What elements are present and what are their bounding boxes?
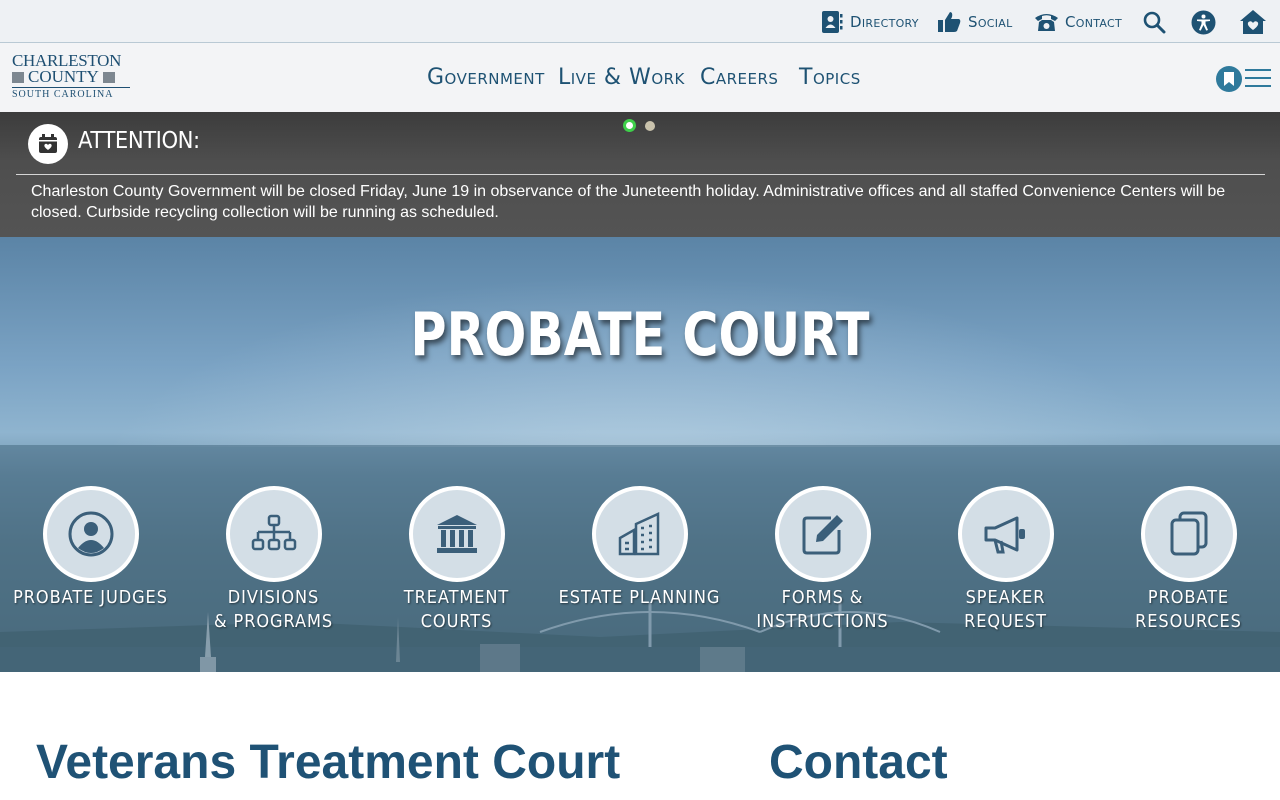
logo-bar-right [102, 71, 115, 83]
accessibility-icon [1191, 10, 1215, 34]
org-chart-icon [251, 514, 297, 551]
bookmark-button[interactable] [1216, 66, 1242, 92]
contact-link[interactable]: Contact [1034, 8, 1122, 36]
hamburger-menu-button[interactable] [1245, 67, 1271, 89]
slide-dot-2[interactable] [645, 121, 655, 131]
quick-link-label: ESTATE PLANNING [557, 586, 722, 610]
quick-link-circle [958, 486, 1054, 582]
megaphone-icon [984, 516, 1025, 554]
accessibility-button[interactable] [1189, 8, 1217, 36]
quick-link-label: SPEAKER REQUEST [923, 586, 1088, 634]
quick-link-label-line2: & PROGRAMS [213, 611, 334, 632]
home-heart-icon [1240, 10, 1266, 34]
contact-book-icon [822, 11, 843, 33]
quick-link-label-line2: RESOURCES [1135, 611, 1242, 632]
quick-link-label-line1: SPEAKER REQUEST [964, 587, 1047, 632]
logo-bar-left [12, 71, 24, 83]
logo-line-2: COUNTY [28, 67, 99, 86]
courthouse-icon [437, 515, 477, 553]
directory-label: Directory [850, 13, 919, 31]
quick-link-circle [409, 486, 505, 582]
quick-link-label-line1: PROBATE JUDGES [13, 587, 168, 608]
slide-dot-1[interactable] [623, 119, 636, 132]
county-logo[interactable]: CHARLESTON COUNTY SOUTH CAROLINA [12, 52, 130, 101]
contact-label: Contact [1065, 13, 1123, 31]
quick-link-circle [226, 486, 322, 582]
quick-link-label-line1: ESTATE PLANNING [558, 587, 721, 608]
nav-live-work[interactable]: Live & Work [558, 65, 685, 90]
page-title: PROBATE COURT [410, 300, 870, 370]
quick-link-label-line1: TREATMENT [403, 587, 510, 608]
nav-government[interactable]: Government [427, 65, 545, 90]
quick-link-label: PROBATE RESOURCES [1106, 586, 1271, 634]
veterans-treatment-court-heading: Veterans Treatment Court [36, 736, 621, 789]
bookmark-icon [1224, 72, 1234, 86]
social-label: Social [968, 13, 1013, 31]
directory-link[interactable]: Directory [820, 8, 919, 36]
social-link[interactable]: Social [937, 8, 1013, 36]
documents-icon [1170, 511, 1208, 556]
telephone-icon [1035, 14, 1058, 31]
search-icon [1143, 11, 1166, 34]
calendar-icon [28, 124, 68, 164]
quick-link-circle [43, 486, 139, 582]
alert-heading: ATTENTION: [78, 128, 200, 154]
quick-link-label-line1: PROBATE [1147, 587, 1230, 608]
quick-link-label-line2: COURTS [420, 611, 493, 632]
home-button[interactable] [1239, 8, 1267, 36]
menu-line [1245, 85, 1271, 87]
quick-link-label: DIVISIONS & PROGRAMS [191, 586, 356, 634]
alert-divider [16, 174, 1265, 175]
thumbs-up-icon [938, 12, 961, 32]
menu-line [1245, 77, 1271, 79]
logo-line-2-row: COUNTY [12, 67, 130, 86]
alert-message: Charleston County Government will be clo… [31, 183, 1226, 221]
quick-link-circle [775, 486, 871, 582]
nav-careers[interactable]: Careers [700, 65, 778, 90]
nav-topics[interactable]: Topics [799, 65, 861, 90]
utility-bar: Directory Social Contact [0, 0, 1280, 43]
quick-link-label: TREATMENT COURTS [374, 586, 539, 634]
quick-link-label: FORMS & INSTRUCTIONS [740, 586, 905, 634]
buildings-icon [618, 512, 660, 556]
person-icon [68, 511, 114, 557]
quick-link-label-line1: FORMS & [781, 587, 864, 608]
menu-line [1245, 69, 1271, 71]
search-button[interactable] [1140, 8, 1168, 36]
main-header: CHARLESTON COUNTY SOUTH CAROLINA Governm… [0, 43, 1280, 112]
logo-line-3: SOUTH CAROLINA [12, 87, 130, 100]
contact-heading: Contact [769, 736, 948, 789]
edit-form-icon [802, 515, 843, 555]
quick-link-label-line2: INSTRUCTIONS [756, 611, 889, 632]
quick-link-label: PROBATE JUDGES [8, 586, 173, 610]
quick-link-label-line1: DIVISIONS [227, 587, 320, 608]
quick-link-circle [1141, 486, 1237, 582]
quick-link-circle [592, 486, 688, 582]
